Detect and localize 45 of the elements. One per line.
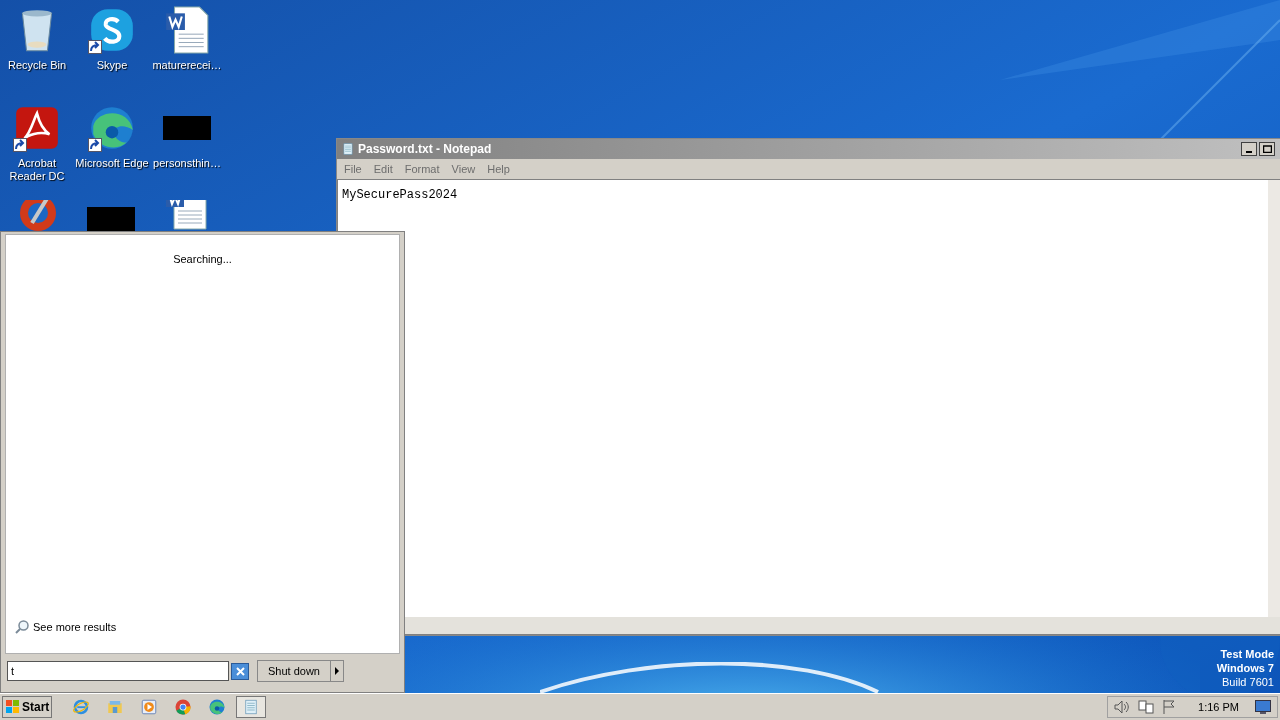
- maximize-icon: [1262, 145, 1272, 153]
- media-player-icon: [140, 698, 159, 716]
- thumbnail-icon: [87, 207, 135, 231]
- clock[interactable]: 1:16 PM: [1198, 698, 1239, 716]
- internet-explorer-icon: [72, 698, 91, 716]
- flag-icon: [1162, 699, 1177, 715]
- search-icon: [14, 618, 30, 635]
- window-title: Password.txt - Notepad: [358, 141, 492, 158]
- chrome-icon: [174, 698, 193, 716]
- caret-icon: [335, 667, 339, 675]
- desktop-icon-label[interactable]: Acrobat Reader DC: [0, 157, 74, 183]
- shortcut-arrow-icon: [88, 40, 102, 54]
- desktop-icon-label[interactable]: Recycle Bin: [7, 59, 67, 72]
- windows-logo-icon: [5, 699, 21, 715]
- minimize-icon: [1246, 151, 1252, 153]
- search-status: Searching...: [173, 252, 232, 267]
- taskbar-button[interactable]: [236, 696, 267, 718]
- search-field[interactable]: t: [7, 661, 229, 681]
- desktop-icon-label[interactable]: personsthin…: [153, 157, 221, 170]
- system-watermark-text: Windows 7: [1216, 661, 1274, 675]
- edge-icon: [208, 698, 227, 716]
- minimize-button[interactable]: [1241, 142, 1257, 156]
- text-content: MySecurePass2024: [342, 188, 458, 202]
- show-desktop-icon[interactable]: [1255, 700, 1271, 714]
- desktop-icon-label[interactable]: Skype: [96, 59, 128, 72]
- start-button[interactable]: Start: [2, 696, 53, 718]
- clear-search-button[interactable]: [231, 662, 249, 680]
- menu-item[interactable]: Edit: [368, 160, 398, 178]
- system-watermark-text: Test Mode: [1220, 647, 1274, 661]
- folder-icon: [106, 698, 125, 716]
- shortcut-arrow-icon: [88, 138, 102, 152]
- menu-item[interactable]: Help: [482, 160, 515, 178]
- see-more-results-link[interactable]: See more results: [33, 618, 117, 635]
- system-watermark-text: Build 7601: [1222, 675, 1274, 689]
- desktop-icon-label[interactable]: maturerecei…: [152, 59, 222, 72]
- close-icon: [235, 666, 245, 676]
- menu-item[interactable]: Format: [399, 160, 445, 178]
- network-icon: [1138, 699, 1155, 715]
- thumbnail-icon: [163, 116, 211, 140]
- speaker-icon: [1114, 700, 1131, 714]
- notepad-icon: [341, 142, 355, 156]
- maximize-button[interactable]: [1259, 142, 1275, 156]
- menu-item[interactable]: View: [446, 160, 481, 178]
- shortcut-arrow-icon: [13, 138, 27, 152]
- desktop-icon-label[interactable]: Microsoft Edge: [75, 157, 149, 170]
